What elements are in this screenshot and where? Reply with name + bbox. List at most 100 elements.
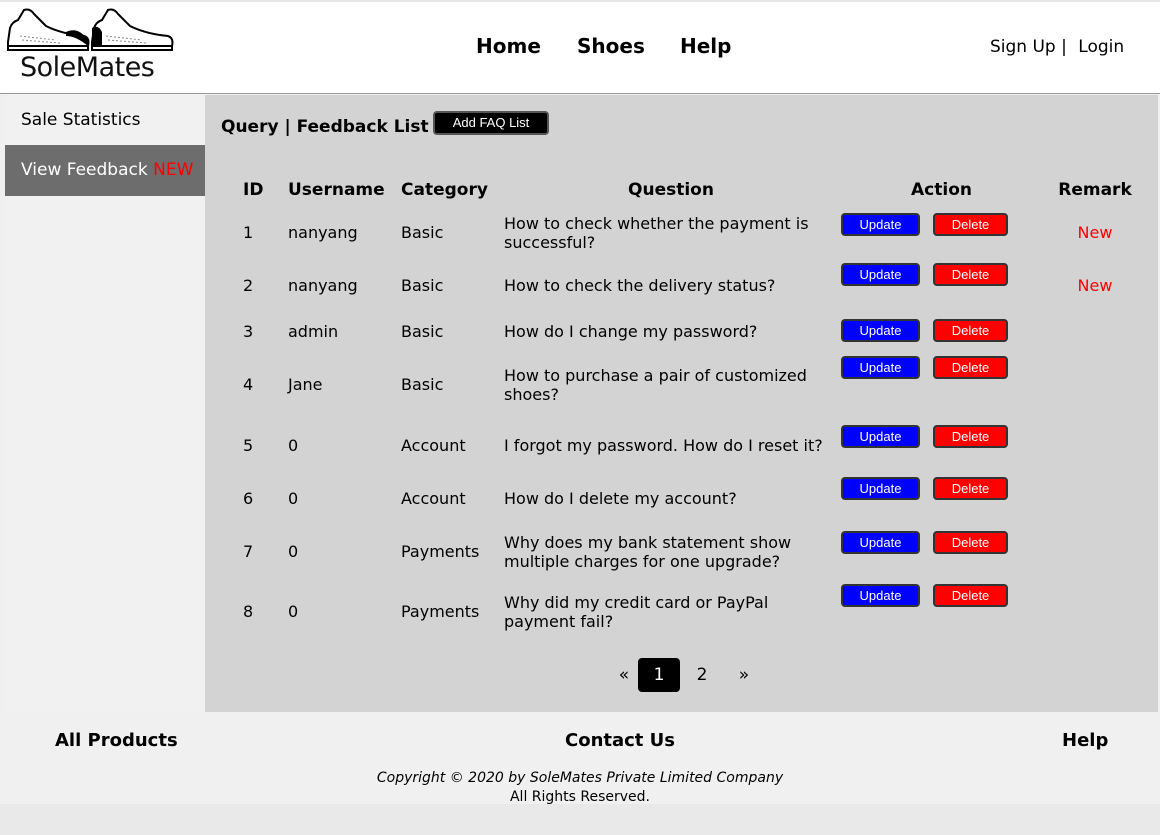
- row-question: Why did my credit card or PayPal payment…: [504, 592, 769, 631]
- update-button[interactable]: Update: [841, 319, 920, 342]
- sidebar: Sale Statistics View Feedback NEW: [5, 95, 205, 712]
- row-category: Payments: [401, 542, 480, 561]
- delete-button[interactable]: Delete: [933, 425, 1008, 448]
- row-category: Payments: [401, 602, 480, 621]
- row-question: How to purchase a pair of customized sho…: [504, 365, 807, 404]
- row-actions: Update Delete: [838, 258, 1045, 313]
- column-header-remark: Remark: [1058, 180, 1132, 200]
- row-remark: [1045, 350, 1145, 419]
- row-actions: Update Delete: [838, 207, 1045, 258]
- row-question: Why does my bank statement show multiple…: [504, 532, 792, 571]
- update-button[interactable]: Update: [841, 263, 920, 286]
- table-header-row: ID Username Category Question Action Rem…: [235, 173, 1145, 207]
- row-remark: [1045, 578, 1145, 645]
- row-actions: Update Delete: [838, 525, 1045, 578]
- row-category: Basic: [401, 276, 444, 295]
- row-question: How do I delete my account?: [504, 488, 737, 508]
- row-id: 8: [243, 602, 254, 621]
- column-header-action: Action: [911, 180, 972, 200]
- nav-help[interactable]: Help: [680, 34, 731, 58]
- new-badge: NEW: [153, 160, 194, 180]
- update-button[interactable]: Update: [841, 477, 920, 500]
- update-button[interactable]: Update: [841, 356, 920, 379]
- row-remark: [1045, 313, 1145, 350]
- sidebar-item-sale-statistics[interactable]: Sale Statistics: [5, 95, 205, 145]
- table-row: 6 0 Account How do I delete my account? Upda…: [235, 471, 1145, 525]
- remark-new: New: [1077, 276, 1113, 295]
- row-remark: New: [1045, 207, 1145, 258]
- row-actions: Update Delete: [838, 471, 1045, 525]
- row-id: 7: [243, 542, 254, 561]
- row-username: nanyang: [288, 276, 358, 295]
- row-category: Basic: [401, 322, 444, 341]
- update-button[interactable]: Update: [841, 531, 920, 554]
- table-row: 2 nanyang Basic How to check the delivery s…: [235, 258, 1145, 313]
- table-row: 7 0 Payments Why does my bank statement sho…: [235, 525, 1145, 578]
- row-question: I forgot my password. How do I reset it?: [504, 435, 823, 455]
- auth-links: Sign Up | Login: [990, 37, 1124, 57]
- row-id: 1: [243, 223, 254, 242]
- copyright-text: Copyright © 2020 by SoleMates Private Li…: [376, 770, 784, 786]
- row-actions: Update Delete: [838, 313, 1045, 350]
- pagination-next[interactable]: »: [723, 658, 765, 692]
- row-category: Account: [401, 435, 466, 455]
- column-header-category: Category: [401, 180, 488, 200]
- sidebar-item-view-feedback[interactable]: View Feedback NEW: [5, 145, 205, 196]
- delete-button[interactable]: Delete: [933, 584, 1008, 607]
- row-question: How to check the delivery status?: [504, 276, 776, 295]
- nav-home[interactable]: Home: [476, 34, 541, 58]
- delete-button[interactable]: Delete: [933, 263, 1008, 286]
- column-header-id: ID: [243, 180, 264, 200]
- row-id: 5: [243, 435, 254, 455]
- table-row: 8 0 Payments Why did my credit card or PayP…: [235, 578, 1145, 645]
- nav-shoes[interactable]: Shoes: [577, 34, 645, 58]
- row-actions: Update Delete: [838, 419, 1045, 471]
- update-button[interactable]: Update: [841, 213, 920, 236]
- remark-new: New: [1077, 223, 1113, 242]
- table-row: 5 0 Account I forgot my password. How do I …: [235, 419, 1145, 471]
- row-id: 2: [243, 276, 254, 295]
- delete-button[interactable]: Delete: [933, 213, 1008, 236]
- sidebar-item-label: Sale Statistics: [21, 110, 141, 130]
- delete-button[interactable]: Delete: [933, 356, 1008, 379]
- row-username: 0: [288, 542, 299, 561]
- row-username: Jane: [288, 375, 323, 394]
- footer-contact-us[interactable]: Contact Us: [565, 730, 675, 751]
- signup-link[interactable]: Sign Up: [990, 37, 1056, 57]
- shoes-logo-icon: [7, 8, 174, 51]
- row-username: 0: [288, 602, 299, 621]
- row-category: Account: [401, 488, 466, 508]
- page-title: Query | Feedback List: [221, 117, 429, 137]
- site-footer: All Products Contact Us Help Copyright ©…: [0, 712, 1160, 807]
- update-button[interactable]: Update: [841, 425, 920, 448]
- row-remark: [1045, 419, 1145, 471]
- delete-button[interactable]: Delete: [933, 477, 1008, 500]
- brand-name: SoleMates: [20, 52, 155, 83]
- row-id: 4: [243, 375, 254, 394]
- bottom-strip: [0, 804, 1160, 835]
- table-row: 1 nanyang Basic How to check whether the pa…: [235, 207, 1145, 258]
- footer-help[interactable]: Help: [1062, 730, 1108, 751]
- row-id: 3: [243, 322, 254, 341]
- row-question: How to check whether the payment is succ…: [504, 213, 809, 252]
- row-category: Basic: [401, 223, 444, 242]
- row-remark: New: [1045, 258, 1145, 313]
- footer-all-products[interactable]: All Products: [55, 730, 178, 751]
- solemates-logo[interactable]: SoleMates: [6, 6, 178, 84]
- login-link[interactable]: Login: [1078, 37, 1124, 57]
- row-username: nanyang: [288, 223, 358, 242]
- update-button[interactable]: Update: [841, 584, 920, 607]
- column-header-question: Question: [628, 180, 714, 200]
- copyright: Copyright © 2020 by SoleMates Private Li…: [0, 769, 1160, 807]
- delete-button[interactable]: Delete: [933, 319, 1008, 342]
- delete-button[interactable]: Delete: [933, 531, 1008, 554]
- pagination-page-2[interactable]: 2: [681, 658, 723, 692]
- row-actions: Update Delete: [838, 350, 1045, 419]
- table-row: 4 Jane Basic How to purchase a pair of cust…: [235, 350, 1145, 419]
- add-faq-button[interactable]: Add FAQ List: [433, 111, 549, 135]
- pagination-page-current[interactable]: 1: [638, 658, 680, 692]
- row-id: 6: [243, 488, 254, 508]
- main-area: Sale Statistics View Feedback NEW Query …: [5, 95, 1158, 712]
- feedback-panel: Query | Feedback List Add FAQ List ID Us…: [205, 95, 1158, 712]
- column-header-username: Username: [288, 180, 385, 200]
